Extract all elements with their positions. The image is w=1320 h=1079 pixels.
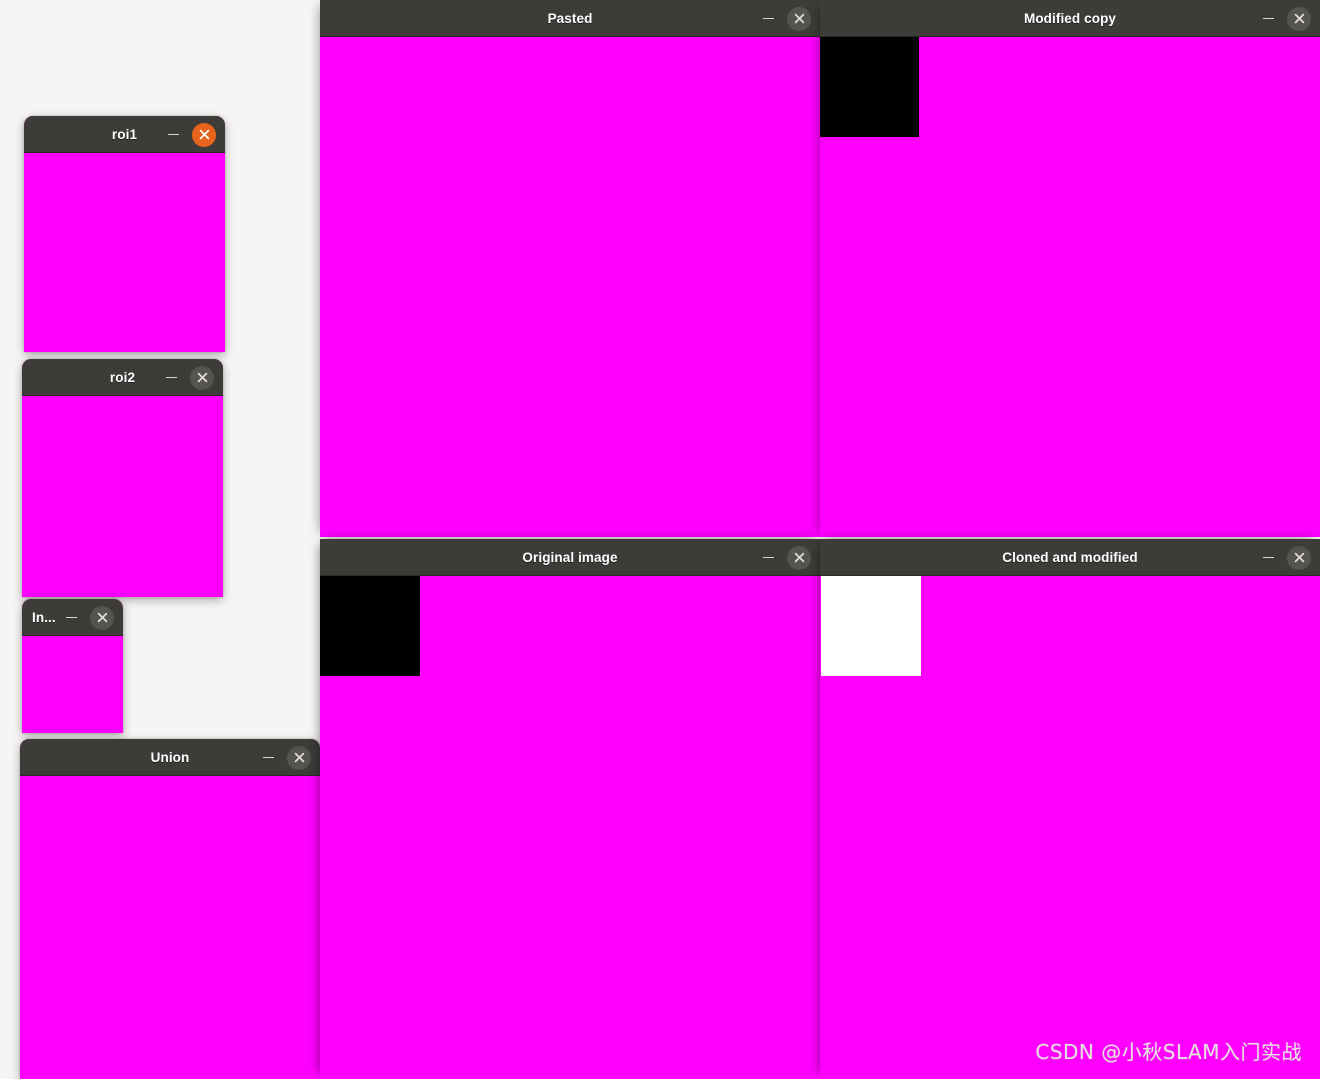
minimize-button[interactable] [257, 747, 279, 769]
desktop-background: roi1 roi2 In... Union Pasted Modified co… [0, 0, 1320, 1079]
window-title-intersection: In... [32, 609, 56, 625]
window-roi2[interactable]: roi2 [22, 359, 223, 597]
image-canvas-intersection [22, 636, 123, 733]
black-square-region [820, 37, 919, 137]
window-title-modified-copy: Modified copy [1023, 10, 1117, 26]
window-controls-union [257, 739, 311, 776]
minimize-button[interactable] [162, 124, 184, 146]
minimize-button[interactable] [160, 367, 182, 389]
image-canvas-union [20, 776, 320, 1079]
close-icon[interactable] [192, 122, 216, 147]
white-square-region [821, 576, 921, 676]
titlebar-cloned-and-modified[interactable]: Cloned and modified [820, 539, 1320, 576]
image-canvas-roi2 [22, 396, 223, 597]
titlebar-intersection[interactable]: In... [22, 599, 123, 636]
minimize-button[interactable] [60, 607, 82, 629]
minimize-button[interactable] [1257, 547, 1279, 569]
window-cloned-and-modified[interactable]: Cloned and modified [820, 539, 1320, 1079]
minimize-button[interactable] [1257, 8, 1279, 30]
window-original-image[interactable]: Original image [320, 539, 820, 1079]
window-controls-modified-copy [1257, 0, 1311, 37]
window-title-roi1: roi1 [111, 126, 138, 142]
titlebar-pasted[interactable]: Pasted [320, 0, 820, 37]
black-square-region [320, 576, 420, 676]
window-roi1[interactable]: roi1 [24, 116, 225, 352]
close-icon[interactable] [787, 6, 811, 31]
close-icon[interactable] [287, 745, 311, 770]
image-canvas-roi1 [24, 153, 225, 352]
close-icon[interactable] [787, 545, 811, 570]
window-controls-roi2 [160, 359, 214, 396]
image-canvas-modified-copy [820, 37, 1320, 537]
window-pasted[interactable]: Pasted [320, 0, 820, 537]
window-controls-original-image [757, 539, 811, 576]
window-controls-intersection [60, 599, 114, 636]
close-icon[interactable] [1287, 545, 1311, 570]
image-canvas-original-image [320, 576, 820, 1079]
close-icon[interactable] [1287, 6, 1311, 31]
window-title-pasted: Pasted [547, 10, 593, 26]
close-icon[interactable] [190, 365, 214, 390]
window-title-union: Union [150, 749, 190, 765]
window-intersection[interactable]: In... [22, 599, 123, 733]
window-title-roi2: roi2 [109, 369, 136, 385]
window-controls-pasted [757, 0, 811, 37]
window-modified-copy[interactable]: Modified copy [820, 0, 1320, 537]
window-title-cloned-and-modified: Cloned and modified [1002, 549, 1138, 565]
minimize-button[interactable] [757, 8, 779, 30]
close-icon[interactable] [90, 605, 114, 630]
titlebar-roi2[interactable]: roi2 [22, 359, 223, 396]
titlebar-union[interactable]: Union [20, 739, 320, 776]
window-union[interactable]: Union [20, 739, 320, 1079]
titlebar-original-image[interactable]: Original image [320, 539, 820, 576]
minimize-button[interactable] [757, 547, 779, 569]
window-controls-roi1 [162, 116, 216, 153]
window-controls-cloned-and-modified [1257, 539, 1311, 576]
titlebar-modified-copy[interactable]: Modified copy [820, 0, 1320, 37]
window-title-original-image: Original image [522, 549, 618, 565]
image-canvas-cloned-and-modified [820, 576, 1320, 1079]
image-canvas-pasted [320, 37, 820, 537]
titlebar-roi1[interactable]: roi1 [24, 116, 225, 153]
